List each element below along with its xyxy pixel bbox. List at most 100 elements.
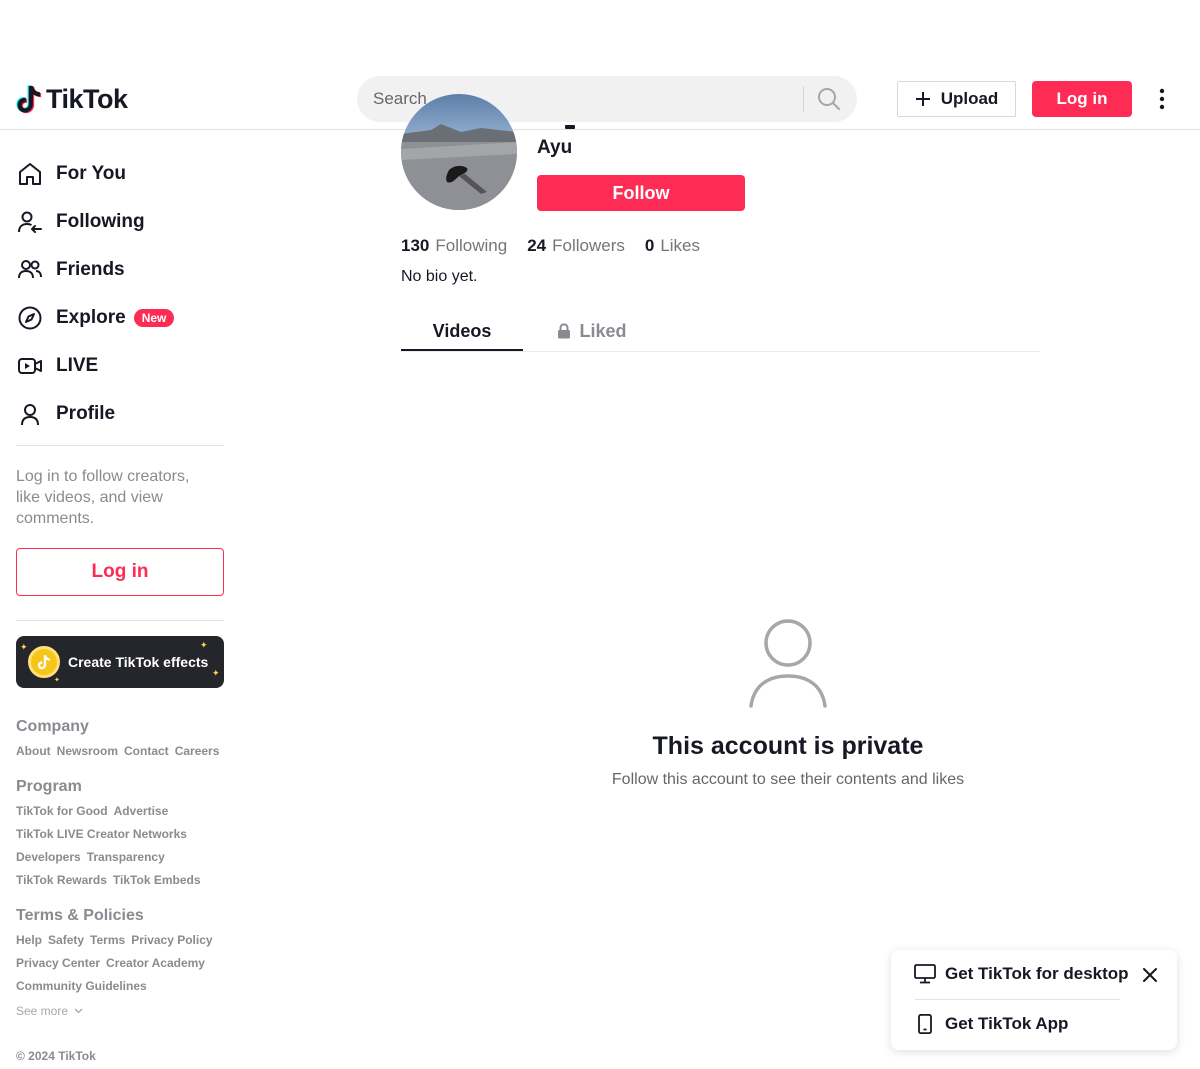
profile-avatar xyxy=(401,94,517,210)
login-prompt-text: Log in to follow creators, like videos, … xyxy=(16,468,190,527)
footer-link[interactable]: Privacy Policy xyxy=(131,933,212,947)
footer-terms-links: Privacy Center Creator Academy xyxy=(16,956,211,970)
footer-link[interactable]: Creator Academy xyxy=(106,956,205,970)
get-app-card: Get TikTok for desktop Get TikTok App xyxy=(891,950,1177,1050)
username-partial xyxy=(537,119,597,129)
tiktok-logo[interactable]: TikTok xyxy=(16,82,128,116)
sparkle-icon: ✦ xyxy=(54,677,60,684)
sparkle-icon: ✦ xyxy=(200,640,208,650)
footer-link[interactable]: Transparency xyxy=(87,850,165,864)
search-divider xyxy=(803,86,804,112)
see-more-link[interactable]: See more xyxy=(16,1004,83,1018)
see-more-label: See more xyxy=(16,1004,69,1018)
active-tab-indicator xyxy=(401,349,523,351)
sparkle-icon: ✦ xyxy=(212,668,220,678)
footer-link[interactable]: TikTok for Good xyxy=(16,804,108,818)
footer-link[interactable]: Help xyxy=(16,933,42,947)
new-badge: New xyxy=(133,309,175,327)
sidebar-item-label: Following xyxy=(56,211,145,232)
sidebar-item-profile[interactable]: Profile xyxy=(16,390,224,438)
stat-label: Following xyxy=(435,236,508,255)
close-icon[interactable] xyxy=(1141,966,1159,984)
footer-link[interactable]: Careers xyxy=(175,744,220,758)
sidebar-item-label: Friends xyxy=(56,259,125,280)
tiktok-logo-icon xyxy=(16,85,42,114)
private-account-subtitle: Follow this account to see their content… xyxy=(611,771,965,788)
compass-icon xyxy=(16,304,44,332)
footer-company-links: About Newsroom Contact Careers xyxy=(16,744,225,758)
chevron-down-icon xyxy=(74,1008,83,1014)
footer-link[interactable]: TikTok Rewards xyxy=(16,873,107,887)
footer-link[interactable]: Newsroom xyxy=(57,744,118,758)
footer-company-heading[interactable]: Company xyxy=(16,718,89,736)
profile-tabs: Videos Liked xyxy=(401,311,1040,352)
sidebar-divider xyxy=(16,620,224,621)
home-icon xyxy=(16,160,44,188)
get-app-label: Get TikTok App xyxy=(945,1014,1069,1033)
footer-program-links: Developers Transparency xyxy=(16,850,171,864)
upload-button[interactable]: Upload xyxy=(897,81,1016,117)
get-desktop-link[interactable]: Get TikTok for desktop xyxy=(914,964,1129,984)
stat-followers[interactable]: 24 Followers xyxy=(527,236,625,256)
following-icon xyxy=(16,208,44,236)
stat-label: Likes xyxy=(660,236,701,255)
profile-nickname: Ayu xyxy=(537,137,573,158)
effects-label: Create TikTok effects xyxy=(68,654,209,670)
tiktok-coin-icon xyxy=(28,646,60,678)
footer-program-links: TikTok Rewards TikTok Embeds xyxy=(16,873,207,887)
profile-icon xyxy=(16,400,44,428)
footer-link[interactable]: Contact xyxy=(124,744,169,758)
sidebar-item-following[interactable]: Following xyxy=(16,198,224,246)
sidebar-nav: For You Following Friends Explore New LI… xyxy=(16,150,224,438)
avatar-photo xyxy=(401,124,517,210)
footer-terms-links: Community Guidelines xyxy=(16,979,153,993)
sidebar-item-label: Profile xyxy=(56,403,116,424)
footer-link[interactable]: Developers xyxy=(16,850,81,864)
footer-program-heading[interactable]: Program xyxy=(16,778,82,796)
tab-liked[interactable]: Liked xyxy=(544,311,640,351)
sidebar-item-live[interactable]: LIVE xyxy=(16,342,224,390)
sidebar-item-explore[interactable]: Explore New xyxy=(16,294,224,342)
footer-link[interactable]: Safety xyxy=(48,933,84,947)
footer-link[interactable]: Terms xyxy=(90,933,125,947)
header-login-button[interactable]: Log in xyxy=(1032,81,1132,117)
card-divider xyxy=(915,999,1120,1000)
footer-program-links: TikTok for Good Advertise xyxy=(16,804,174,818)
footer-terms-heading[interactable]: Terms & Policies xyxy=(16,907,144,925)
tab-label: Videos xyxy=(432,320,492,341)
live-icon xyxy=(16,352,44,380)
follow-button[interactable]: Follow xyxy=(537,175,745,211)
search-icon[interactable] xyxy=(815,85,843,113)
footer-link[interactable]: About xyxy=(16,744,51,758)
sidebar-login-button[interactable]: Log in xyxy=(16,548,224,596)
footer-link[interactable]: Privacy Center xyxy=(16,956,100,970)
footer-link[interactable]: Advertise xyxy=(114,804,169,818)
create-effects-button[interactable]: ✦ ✦ ✦ ✦ Create TikTok effects xyxy=(16,636,224,688)
top-header: TikTok Upload Log in xyxy=(0,68,1200,130)
stat-following[interactable]: 130 Following xyxy=(401,236,507,256)
profile-bio: No bio yet. xyxy=(401,268,478,285)
stat-value: 130 xyxy=(401,236,430,255)
phone-icon xyxy=(918,1014,932,1034)
logo-text: TikTok xyxy=(46,83,128,114)
sidebar-item-friends[interactable]: Friends xyxy=(16,246,224,294)
footer-link[interactable]: TikTok Embeds xyxy=(113,873,201,887)
get-app-link[interactable]: Get TikTok App xyxy=(914,1014,1068,1034)
sidebar-item-label: LIVE xyxy=(56,355,99,376)
friends-icon xyxy=(16,256,44,284)
stat-label: Followers xyxy=(552,236,625,255)
get-desktop-label: Get TikTok for desktop xyxy=(945,964,1129,983)
sidebar-item-label: Explore xyxy=(56,307,126,328)
lock-icon xyxy=(558,323,571,339)
footer-link[interactable]: TikTok LIVE Creator Networks xyxy=(16,827,187,841)
sidebar-item-label: For You xyxy=(56,163,127,184)
footer-link[interactable]: Community Guidelines xyxy=(16,979,147,993)
tab-label: Liked xyxy=(579,320,627,341)
stat-value: 24 xyxy=(527,236,547,255)
private-account-title: This account is private xyxy=(652,732,924,760)
sparkle-icon: ✦ xyxy=(20,642,28,652)
more-options-icon[interactable] xyxy=(1150,86,1174,112)
tab-videos[interactable]: Videos xyxy=(401,311,523,351)
sidebar-item-for-you[interactable]: For You xyxy=(16,150,224,198)
private-account-icon xyxy=(749,619,827,708)
